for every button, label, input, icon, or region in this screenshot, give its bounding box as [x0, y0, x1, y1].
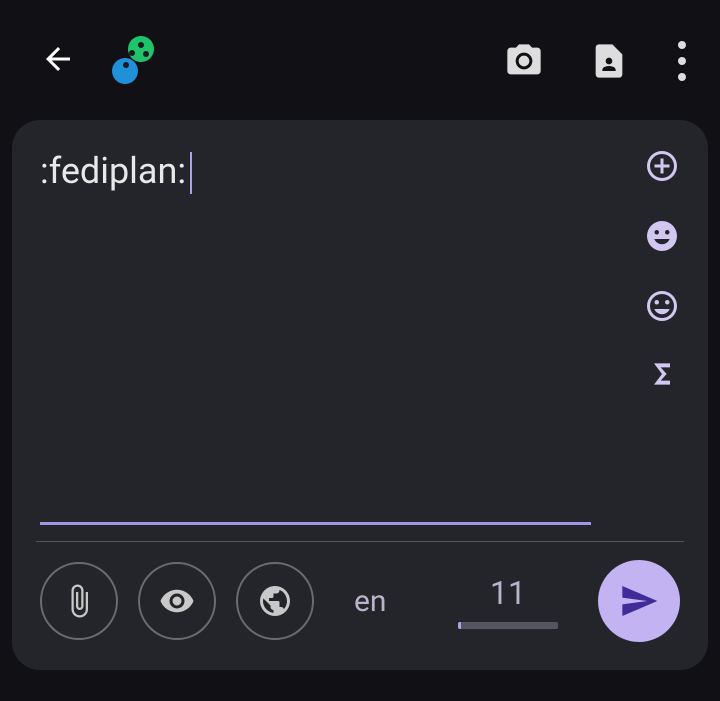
counter-progress	[458, 622, 558, 629]
emoji-filled-icon[interactable]	[644, 218, 680, 254]
compose-card: :fediplan: en 11	[12, 120, 708, 670]
send-button[interactable]	[598, 560, 680, 642]
compose-input[interactable]: :fediplan:	[40, 142, 620, 531]
counter-progress-fill	[458, 622, 461, 629]
text-cursor	[190, 152, 192, 194]
visibility-button[interactable]	[138, 562, 216, 640]
sigma-icon[interactable]	[646, 358, 678, 390]
side-toolbar	[644, 142, 680, 531]
divider	[36, 541, 684, 542]
attachment-icon	[61, 583, 97, 619]
top-bar	[0, 0, 720, 112]
camera-icon[interactable]	[504, 41, 544, 81]
scope-button[interactable]	[236, 562, 314, 640]
language-button[interactable]: en	[354, 584, 386, 619]
bottom-toolbar: en 11	[40, 560, 680, 648]
emoji-outline-icon[interactable]	[644, 288, 680, 324]
compose-text: :fediplan:	[40, 142, 620, 522]
back-button[interactable]	[40, 41, 76, 81]
dot-icon	[678, 57, 686, 65]
more-options-button[interactable]	[674, 37, 690, 85]
avatar-icon	[106, 35, 158, 87]
top-actions	[504, 37, 690, 85]
arrow-back-icon	[40, 41, 76, 77]
character-counter: 11	[458, 574, 558, 629]
input-underline	[40, 522, 591, 525]
globe-icon	[257, 583, 293, 619]
counter-value: 11	[490, 574, 526, 612]
eye-icon	[159, 583, 195, 619]
add-icon[interactable]	[644, 148, 680, 184]
contact-icon[interactable]	[589, 41, 629, 81]
dot-icon	[678, 73, 686, 81]
avatar[interactable]	[106, 35, 158, 87]
attach-button[interactable]	[40, 562, 118, 640]
dot-icon	[678, 41, 686, 49]
send-icon	[619, 581, 659, 621]
